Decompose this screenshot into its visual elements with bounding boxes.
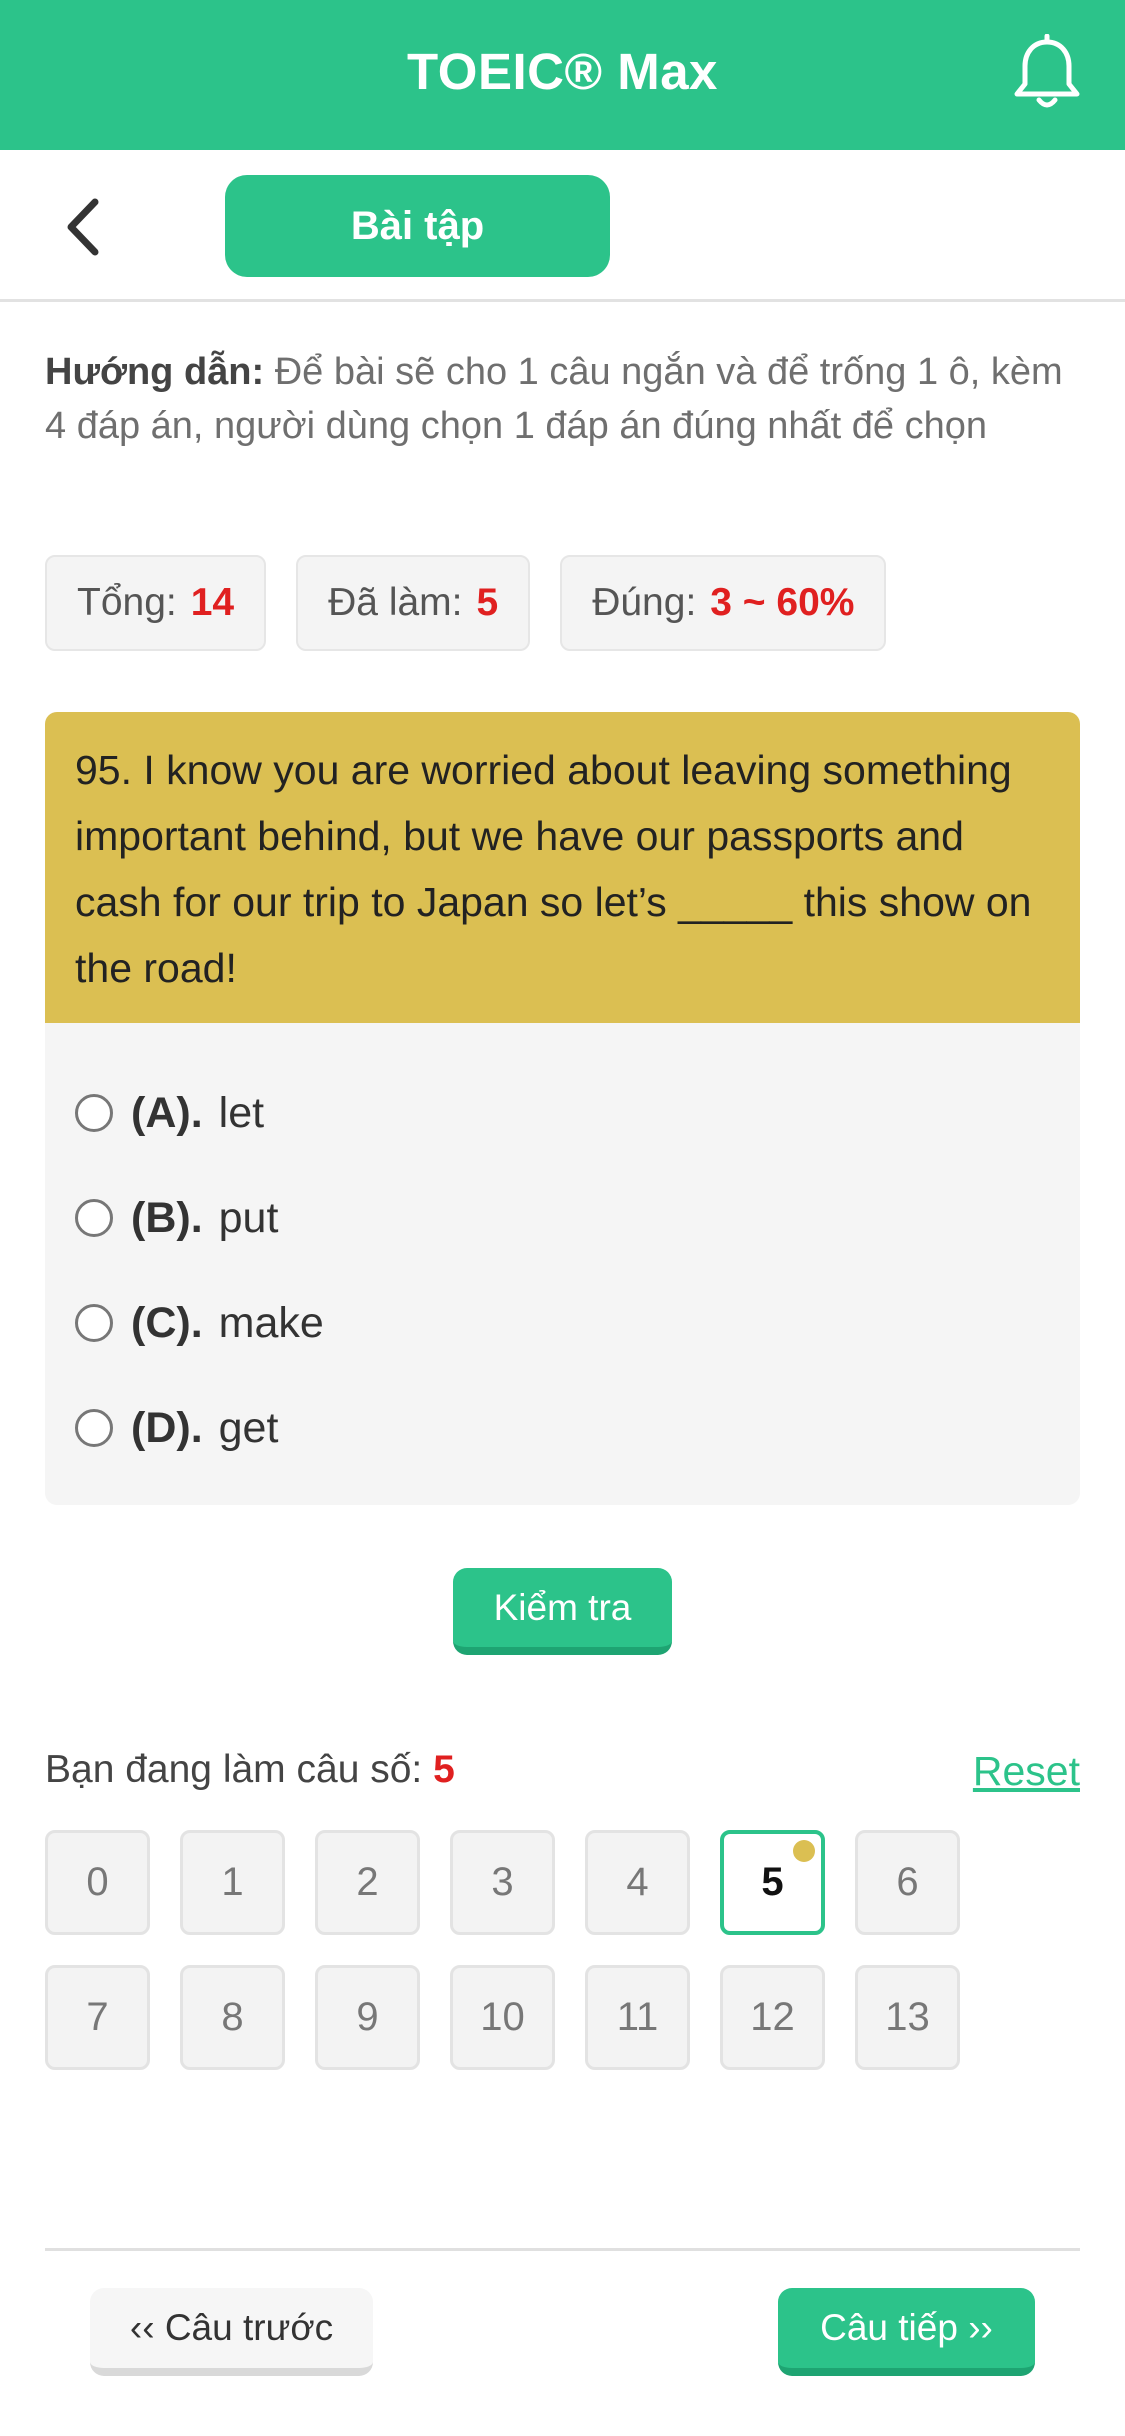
option-text: make	[218, 1298, 324, 1347]
question-number-button[interactable]: 11	[585, 1965, 690, 2070]
option-c[interactable]: (C). make	[75, 1293, 324, 1353]
question-number-button[interactable]: 9	[315, 1965, 420, 2070]
stat-correct: Đúng: 3 ~ 60%	[560, 555, 887, 651]
question-number-button[interactable]: 12	[720, 1965, 825, 2070]
radio-button[interactable]	[75, 1409, 113, 1447]
stat-total: Tổng: 14	[45, 555, 267, 651]
stat-done-label: Đã làm:	[328, 581, 463, 624]
question-number-label: 5	[761, 1860, 784, 1904]
instructions-label: Hướng dẫn:	[45, 351, 265, 393]
check-button[interactable]: Kiểm tra	[453, 1568, 672, 1655]
instructions: Hướng dẫn: Để bài sẽ cho 1 câu ngắn và đ…	[45, 345, 1085, 453]
current-question-label: Bạn đang làm câu số:	[45, 1748, 423, 1791]
option-label: (D).	[131, 1403, 203, 1452]
current-dot-indicator	[793, 1840, 815, 1862]
option-d[interactable]: (D). get	[75, 1398, 278, 1458]
question-number-button[interactable]: 8	[180, 1965, 285, 2070]
stat-correct-label: Đúng:	[592, 581, 697, 624]
option-text: let	[218, 1088, 265, 1137]
stat-total-label: Tổng:	[77, 581, 177, 624]
stat-correct-value: 3 ~ 60%	[710, 581, 855, 624]
question-number-button[interactable]: 7	[45, 1965, 150, 2070]
option-label: (A).	[131, 1088, 203, 1137]
question-card: 95. I know you are worried about leaving…	[45, 712, 1080, 1505]
question-number-button[interactable]: 0	[45, 1830, 150, 1935]
stat-total-value: 14	[190, 581, 235, 624]
option-label: (B).	[131, 1193, 203, 1242]
reset-link[interactable]: Reset	[973, 1748, 1080, 1795]
question-number-button[interactable]: 13	[855, 1965, 960, 2070]
option-b[interactable]: (B). put	[75, 1188, 278, 1248]
question-number-button[interactable]: 4	[585, 1830, 690, 1935]
current-question-indicator: Bạn đang làm câu số: 5	[45, 1748, 455, 1792]
question-number-button[interactable]: 2	[315, 1830, 420, 1935]
radio-button[interactable]	[75, 1304, 113, 1342]
question-number-button[interactable]: 10	[450, 1965, 555, 2070]
question-number-grid: 0 1 2 3 4 5 6 7 8 9 10 11 12 13	[45, 1830, 1045, 2070]
stat-done: Đã làm: 5	[296, 555, 531, 651]
app-bar: TOEIC® Max	[0, 0, 1125, 150]
tab-exercises[interactable]: Bài tập	[225, 175, 610, 277]
app-title: TOEIC® Max	[407, 43, 718, 100]
option-text: get	[218, 1403, 279, 1452]
option-text: put	[218, 1193, 279, 1242]
question-number-button[interactable]: 6	[855, 1830, 960, 1935]
option-label: (C).	[131, 1298, 203, 1347]
question-number-button-active[interactable]: 5	[720, 1830, 825, 1935]
current-question-number: 5	[433, 1748, 455, 1791]
chevron-left-icon[interactable]	[55, 192, 115, 262]
question-number-button[interactable]: 1	[180, 1830, 285, 1935]
option-a[interactable]: (A). let	[75, 1083, 264, 1143]
radio-button[interactable]	[75, 1094, 113, 1132]
sub-header: Bài tập	[0, 150, 1125, 302]
radio-button[interactable]	[75, 1199, 113, 1237]
divider	[45, 2248, 1080, 2251]
bell-icon[interactable]	[1009, 34, 1085, 114]
question-text: 95. I know you are worried about leaving…	[45, 712, 1080, 1023]
question-number-button[interactable]: 3	[450, 1830, 555, 1935]
next-question-button[interactable]: Câu tiếp ››	[778, 2288, 1035, 2376]
previous-question-button[interactable]: ‹‹ Câu trước	[90, 2288, 373, 2376]
stat-done-value: 5	[476, 581, 499, 624]
stats-bar: Tổng: 14 Đã làm: 5 Đúng: 3 ~ 60%	[45, 555, 887, 651]
